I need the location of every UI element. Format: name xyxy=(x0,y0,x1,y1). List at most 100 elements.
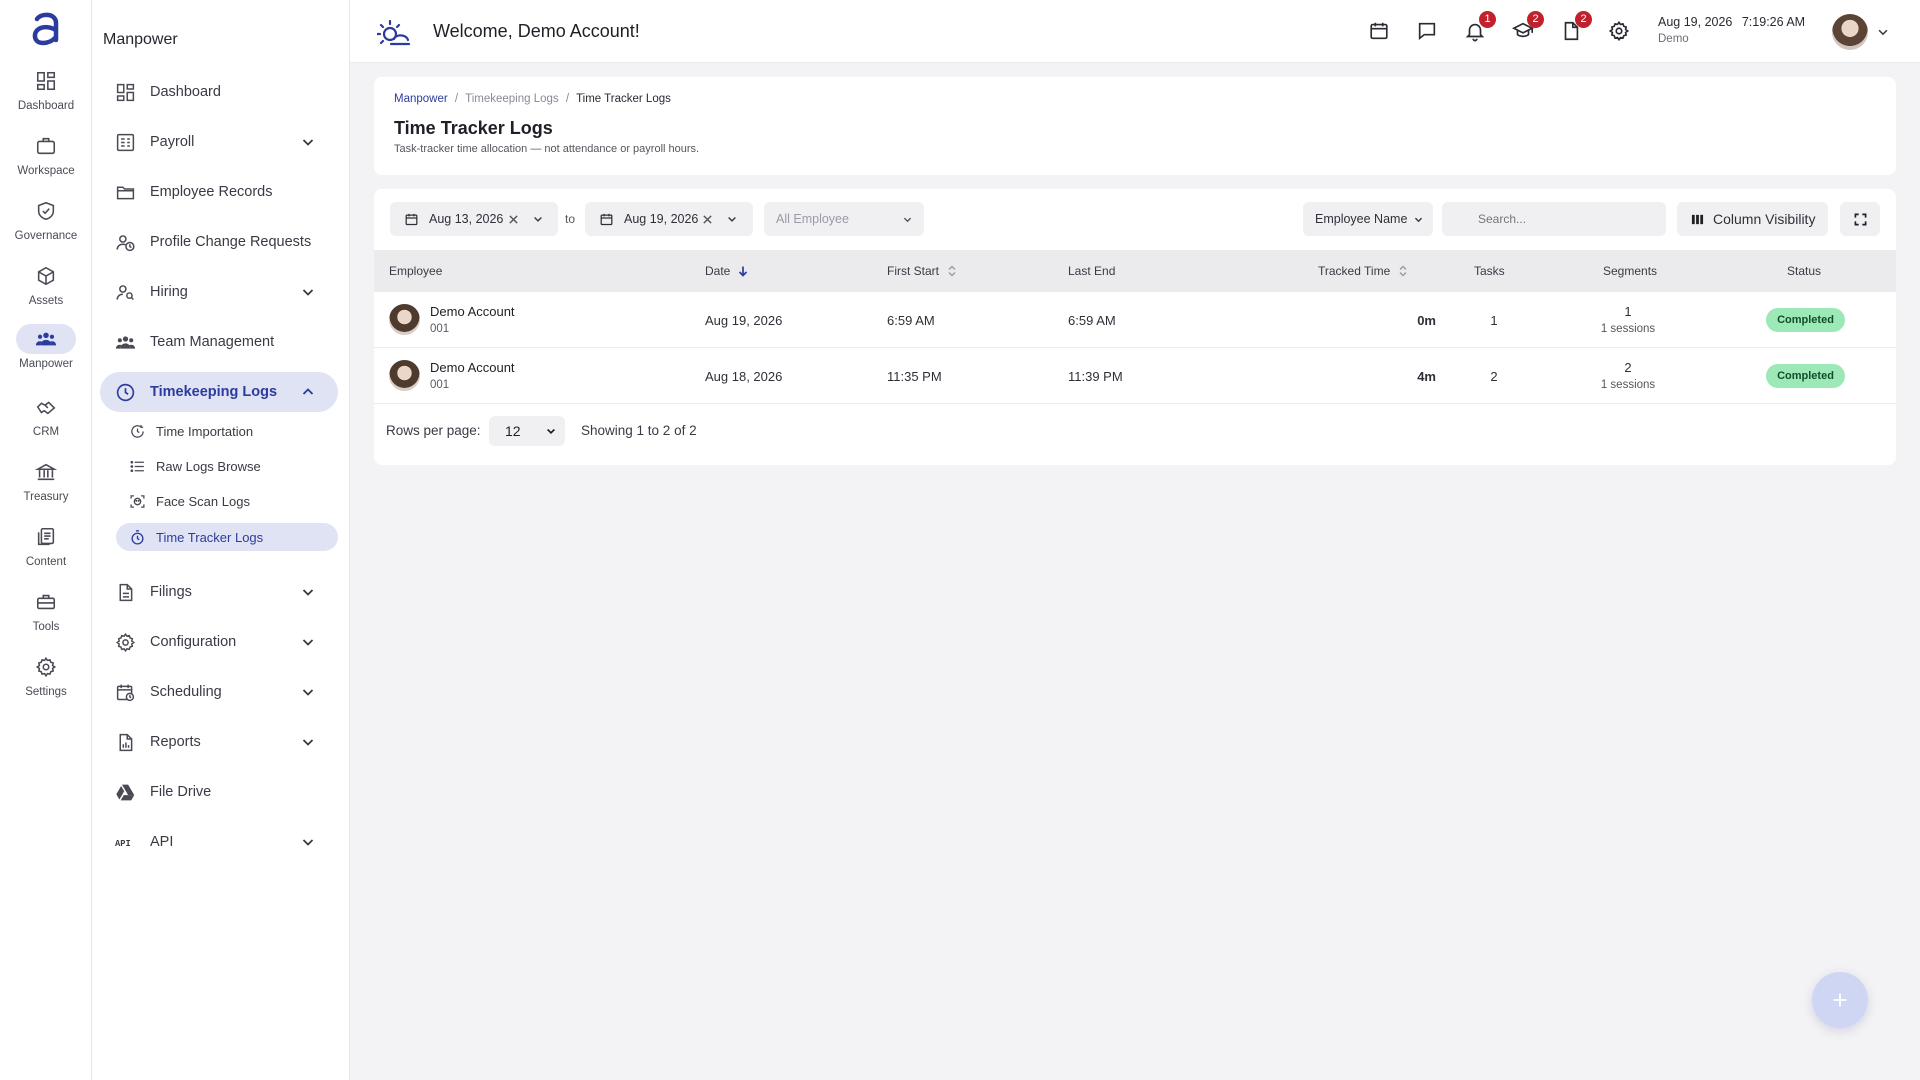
sidebar-item-label: Timekeeping Logs xyxy=(150,384,278,400)
sidebar-item-dashboard[interactable]: Dashboard xyxy=(100,72,338,112)
column-header-last-end[interactable]: Last End xyxy=(1068,264,1115,278)
sidebar-item-label: Configuration xyxy=(150,634,237,650)
sidebar-item-hiring[interactable]: Hiring xyxy=(100,272,338,312)
user-clock-icon xyxy=(114,231,136,253)
sidebar-item-scheduling[interactable]: Scheduling xyxy=(100,672,338,712)
sidebar-item-profile-change-requests[interactable]: Profile Change Requests xyxy=(100,222,338,262)
rail-item-manpower[interactable]: Manpower xyxy=(0,324,92,382)
settings-button[interactable] xyxy=(1608,20,1632,44)
employee-filter-select[interactable]: All Employee xyxy=(764,202,924,236)
table-row[interactable]: Demo Account 001 Aug 18, 2026 11:35 PM 1… xyxy=(374,348,1896,404)
chevron-down-icon xyxy=(1414,217,1423,222)
column-header-label: Tracked Time xyxy=(1318,264,1391,278)
sidebar-item-file-drive[interactable]: File Drive xyxy=(100,772,338,812)
row-date: Aug 18, 2026 xyxy=(705,369,783,384)
sidebar-subitem-raw-logs-browse[interactable]: Raw Logs Browse xyxy=(116,452,338,480)
column-header-segments[interactable]: Segments xyxy=(1603,264,1657,278)
rail-item-settings[interactable]: Settings xyxy=(0,652,92,710)
clear-icon[interactable] xyxy=(702,214,713,225)
sidebar-item-team-management[interactable]: Team Management xyxy=(100,322,338,362)
sort-icon xyxy=(1399,265,1407,277)
header-datetime: Aug 19, 2026 7:19:26 AM xyxy=(1658,15,1805,29)
briefcase-icon xyxy=(31,131,61,161)
rail-label: Workspace xyxy=(17,165,75,177)
chevron-down-icon xyxy=(534,216,542,222)
rail-item-treasury[interactable]: Treasury xyxy=(0,457,92,515)
sidebar-item-filings[interactable]: Filings xyxy=(100,572,338,612)
chevron-down-icon xyxy=(302,139,314,146)
rows-per-page-select[interactable]: 12 xyxy=(489,416,565,446)
notifications-button[interactable]: 1 xyxy=(1464,11,1496,44)
cube-icon xyxy=(31,261,61,291)
table-row[interactable]: Demo Account 001 Aug 19, 2026 6:59 AM 6:… xyxy=(374,292,1896,348)
employee-filter-placeholder: All Employee xyxy=(776,212,849,226)
rail-item-crm[interactable]: CRM xyxy=(0,392,92,450)
column-header-label: Segments xyxy=(1603,264,1658,278)
gear-icon xyxy=(114,631,136,653)
search-input[interactable] xyxy=(1442,202,1666,236)
rail-item-tools[interactable]: Tools xyxy=(0,587,92,645)
rail-item-assets[interactable]: Assets xyxy=(0,261,92,319)
rail-item-dashboard[interactable]: Dashboard xyxy=(0,66,92,124)
sidebar-subitem-face-scan-logs[interactable]: Face Scan Logs xyxy=(116,487,338,515)
fullscreen-button[interactable] xyxy=(1840,202,1880,236)
dashboard-icon xyxy=(114,81,136,103)
breadcrumb-timekeeping-logs[interactable]: Timekeeping Logs xyxy=(465,93,559,105)
sidebar-item-label: Profile Change Requests xyxy=(150,234,312,250)
date-from-picker[interactable]: Aug 13, 2026 xyxy=(390,202,558,236)
sidebar-item-configuration[interactable]: Configuration xyxy=(100,622,338,662)
column-header-first-start[interactable]: First Start xyxy=(887,264,958,278)
search-field-select[interactable]: Employee Name xyxy=(1303,202,1433,236)
sidebar-item-reports[interactable]: Reports xyxy=(100,722,338,762)
column-header-status[interactable]: Status xyxy=(1787,264,1821,278)
clear-icon[interactable] xyxy=(508,214,519,225)
column-visibility-button[interactable]: Column Visibility xyxy=(1677,202,1828,236)
sidebar-item-employee-records[interactable]: Employee Records xyxy=(100,172,338,212)
breadcrumb-separator: / xyxy=(454,93,459,105)
breadcrumb-manpower[interactable]: Manpower xyxy=(394,93,448,105)
employee-id: 001 xyxy=(430,379,450,391)
app-logo[interactable] xyxy=(29,10,63,48)
user-menu-button[interactable] xyxy=(1832,14,1892,50)
courses-badge: 2 xyxy=(1527,11,1544,28)
messages-button[interactable] xyxy=(1416,20,1440,44)
sidebar: Manpower Dashboard Payroll Employee Reco… xyxy=(92,0,350,1080)
sidebar-item-api[interactable]: API API xyxy=(100,822,338,862)
api-icon: API xyxy=(114,831,136,853)
employee-name[interactable]: Demo Account xyxy=(430,304,515,319)
page-header-card: Manpower / Timekeeping Logs / Time Track… xyxy=(374,77,1896,175)
add-button[interactable] xyxy=(1812,972,1868,1028)
calendar-button[interactable] xyxy=(1368,20,1392,44)
page-title: Time Tracker Logs xyxy=(394,118,553,138)
sidebar-item-label: Scheduling xyxy=(150,684,222,700)
rail-item-workspace[interactable]: Workspace xyxy=(0,131,92,189)
column-header-label: Last End xyxy=(1068,264,1116,278)
sidebar-subitem-time-tracker-logs[interactable]: Time Tracker Logs xyxy=(116,523,338,551)
calendar-icon xyxy=(405,213,418,225)
employee-name[interactable]: Demo Account xyxy=(430,360,515,375)
date-to-picker[interactable]: Aug 19, 2026 xyxy=(585,202,753,236)
requests-button[interactable]: 2 xyxy=(1560,11,1592,44)
sidebar-item-timekeeping-logs[interactable]: Timekeeping Logs xyxy=(100,372,338,412)
row-last-end: 6:59 AM xyxy=(1068,313,1116,328)
row-sessions: 1 sessions xyxy=(1600,323,1656,335)
chevron-down-icon xyxy=(302,639,314,646)
column-header-date[interactable]: Date xyxy=(705,264,749,278)
list-icon xyxy=(128,457,146,475)
column-header-employee[interactable]: Employee xyxy=(389,264,442,278)
people-icon xyxy=(16,324,76,354)
row-tracked-time: 4m xyxy=(1417,369,1436,384)
chevron-down-icon xyxy=(728,216,736,222)
column-header-tasks[interactable]: Tasks xyxy=(1474,264,1505,278)
sidebar-subitem-time-importation[interactable]: Time Importation xyxy=(116,417,338,445)
rail-item-content[interactable]: Content xyxy=(0,522,92,580)
column-header-tracked-time[interactable]: Tracked Time xyxy=(1318,264,1409,278)
rail-label: Dashboard xyxy=(17,100,75,112)
courses-button[interactable]: 2 xyxy=(1511,11,1544,44)
sidebar-item-payroll[interactable]: Payroll xyxy=(100,122,338,162)
file-icon xyxy=(114,581,136,603)
chevron-down-icon xyxy=(302,589,314,596)
sidebar-item-label: Reports xyxy=(150,734,201,750)
columns-icon xyxy=(1691,214,1704,224)
rail-item-governance[interactable]: Governance xyxy=(0,196,92,254)
